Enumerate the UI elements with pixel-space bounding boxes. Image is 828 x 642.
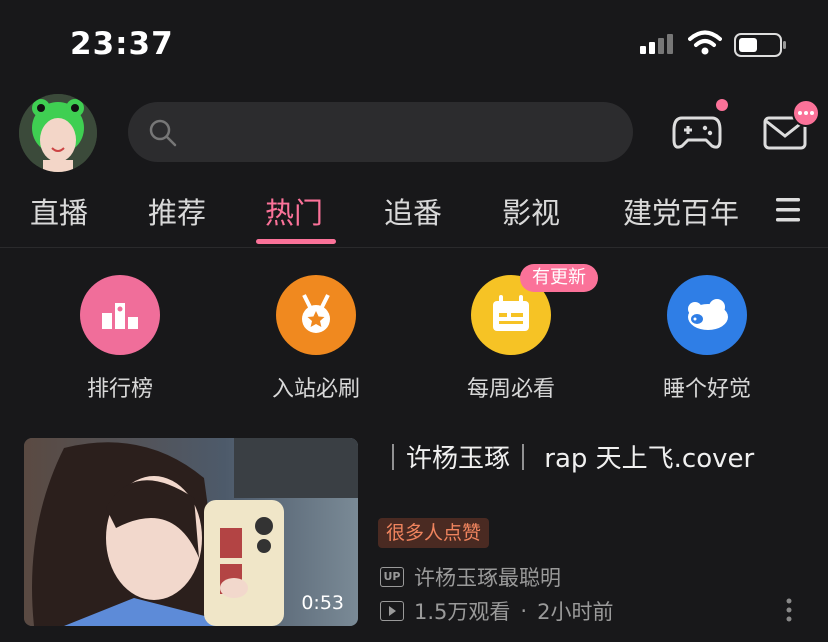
active-tab-indicator bbox=[256, 239, 336, 244]
popular-tag: 很多人点赞 bbox=[378, 518, 490, 548]
game-controller-icon[interactable] bbox=[672, 110, 722, 154]
signal-icon bbox=[640, 34, 673, 54]
tab-movies[interactable]: 影视 bbox=[502, 190, 560, 232]
tab-bangumi[interactable]: 追番 bbox=[384, 190, 442, 232]
medal-icon bbox=[276, 275, 356, 355]
more-dots-icon bbox=[798, 111, 814, 115]
video-duration: 0:53 bbox=[301, 592, 344, 614]
entry-must-watch-site[interactable]: 入站必刷 bbox=[236, 275, 396, 403]
more-options-icon[interactable] bbox=[784, 596, 794, 624]
entry-weekly-must-watch[interactable]: 每周必看 bbox=[431, 275, 591, 403]
channel-tabs: 直播 推荐 热门 追番 影视 建党百年 bbox=[0, 182, 760, 238]
entry-label: 排行榜 bbox=[86, 377, 153, 402]
menu-icon[interactable] bbox=[772, 194, 804, 226]
update-badge: 有更新 bbox=[520, 264, 598, 292]
entry-sleep-well[interactable]: 睡个好觉 bbox=[627, 275, 787, 403]
video-thumbnail[interactable]: 0:53 bbox=[24, 438, 358, 626]
video-stats: 1.5万观看 · 2小时前 bbox=[380, 596, 613, 626]
publish-time: 2小时前 bbox=[537, 600, 614, 624]
divider bbox=[0, 247, 828, 248]
tab-hot[interactable]: 热门 bbox=[265, 190, 323, 232]
entry-label: 睡个好觉 bbox=[662, 377, 751, 402]
entry-label: 每周必看 bbox=[466, 377, 555, 402]
avatar-image bbox=[19, 94, 97, 172]
separator-dot: · bbox=[520, 599, 528, 623]
message-badge bbox=[792, 99, 820, 127]
entry-ranking[interactable]: 排行榜 bbox=[40, 275, 200, 403]
tab-live[interactable]: 直播 bbox=[30, 190, 88, 232]
tab-party-centenary[interactable]: 建党百年 bbox=[623, 190, 739, 232]
battery-icon bbox=[734, 33, 786, 57]
tab-recommend[interactable]: 推荐 bbox=[148, 190, 206, 232]
ranking-icon bbox=[80, 275, 160, 355]
status-time: 23:37 bbox=[70, 26, 174, 62]
play-count-icon bbox=[380, 601, 404, 621]
user-avatar[interactable] bbox=[19, 94, 97, 172]
wifi-icon bbox=[688, 30, 722, 55]
up-badge-icon: UP bbox=[380, 567, 404, 587]
video-title[interactable]: ｜许杨玉琢｜ rap 天上飞.cover bbox=[380, 438, 820, 475]
uploader-row[interactable]: UP 许杨玉琢最聪明 bbox=[380, 562, 561, 592]
search-bar[interactable] bbox=[128, 102, 633, 162]
notification-dot bbox=[716, 99, 728, 111]
search-icon bbox=[149, 119, 177, 147]
uploader-name: 许杨玉琢最聪明 bbox=[414, 566, 561, 590]
entry-label: 入站必刷 bbox=[271, 377, 360, 402]
view-count: 1.5万观看 bbox=[414, 600, 511, 624]
sheep-icon bbox=[667, 275, 747, 355]
